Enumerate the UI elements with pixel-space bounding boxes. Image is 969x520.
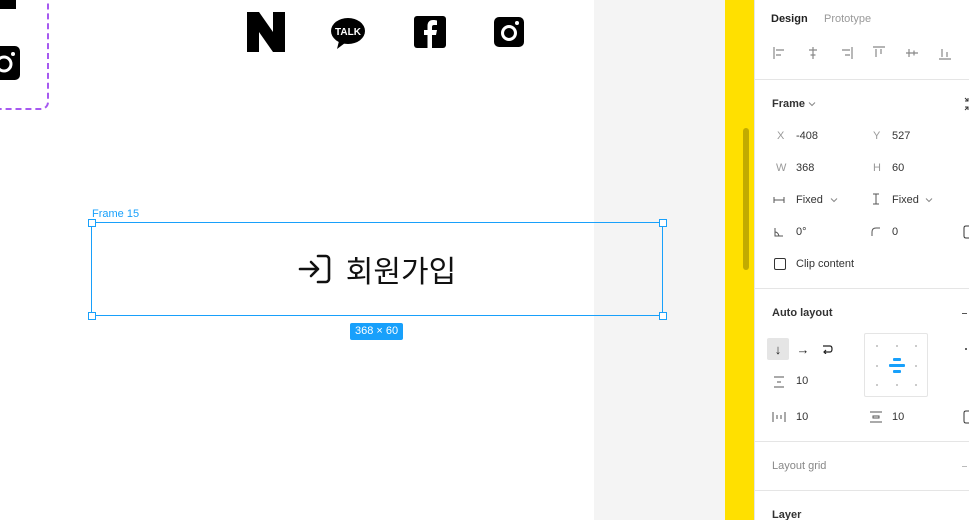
x-label: X	[777, 130, 785, 142]
item-spacing-icon	[774, 376, 784, 388]
chevron-down-icon[interactable]	[830, 196, 838, 204]
vertical-padding-icon	[870, 411, 882, 423]
align-horizontal-center-icon[interactable]	[804, 44, 822, 62]
facebook-icon[interactable]	[414, 12, 446, 52]
w-label: W	[776, 162, 787, 174]
horizontal-padding-icon	[772, 412, 786, 422]
align-top-icon[interactable]	[870, 44, 888, 62]
chevron-down-icon[interactable]	[808, 100, 816, 108]
divider	[755, 79, 969, 80]
y-field[interactable]: 527	[892, 130, 910, 142]
horizontal-resizing-icon	[773, 197, 785, 203]
rotation-icon	[774, 228, 783, 237]
independent-corners-icon[interactable]	[963, 225, 969, 239]
selected-frame[interactable]: 회원가입	[91, 222, 663, 316]
tab-design[interactable]: Design	[771, 13, 808, 25]
resize-handle-bottom-left[interactable]	[88, 312, 96, 320]
design-canvas[interactable]: TALK Frame 15 회원가입 368 × 60	[0, 0, 725, 520]
signup-button[interactable]: 회원가입	[298, 247, 456, 291]
vertical-padding-field[interactable]: 10	[892, 411, 904, 423]
resize-handle-bottom-right[interactable]	[659, 312, 667, 320]
resize-to-fit-icon[interactable]	[963, 97, 969, 111]
instagram-icon[interactable]	[494, 12, 524, 52]
kakaotalk-icon[interactable]: TALK	[330, 12, 366, 52]
corner-radius-icon	[871, 227, 880, 236]
clip-content-label: Clip content	[796, 258, 855, 270]
more-options-dot[interactable]	[965, 348, 967, 350]
clip-content-checkbox[interactable]	[774, 258, 786, 270]
remove-auto-layout-icon[interactable]	[962, 313, 967, 314]
scrollbar-thumb[interactable]	[743, 128, 749, 270]
item-spacing-field[interactable]: 10	[796, 375, 808, 387]
resize-handle-top-right[interactable]	[659, 219, 667, 227]
login-icon	[298, 254, 331, 284]
h-label: H	[873, 162, 881, 174]
height-field[interactable]: 60	[892, 162, 904, 174]
frame-name-label[interactable]: Frame 15	[92, 208, 139, 220]
alignment-grid[interactable]	[864, 333, 928, 397]
width-field[interactable]: 368	[796, 162, 814, 174]
layer-section-title[interactable]: Layer	[772, 509, 801, 520]
auto-layout-title[interactable]: Auto layout	[772, 307, 833, 319]
chevron-down-icon[interactable]	[925, 196, 933, 204]
align-bottom-icon[interactable]	[936, 44, 954, 62]
divider	[755, 288, 969, 289]
kakaotalk-label: TALK	[335, 27, 362, 38]
cropped-icon	[0, 0, 16, 9]
direction-vertical-button[interactable]: ↓	[767, 338, 789, 360]
add-layout-grid-icon[interactable]	[962, 466, 967, 467]
corner-radius-field[interactable]: 0	[892, 226, 898, 238]
divider	[755, 490, 969, 491]
tab-prototype[interactable]: Prototype	[824, 13, 871, 25]
design-panel: Design Prototype Frame X -408 Y 527 W 36…	[754, 0, 969, 520]
resize-handle-top-left[interactable]	[88, 219, 96, 227]
horizontal-padding-field[interactable]: 10	[796, 411, 808, 423]
canvas-edge-strip	[725, 0, 754, 520]
vertical-resizing-icon	[873, 193, 879, 205]
individual-padding-icon[interactable]	[963, 410, 969, 424]
frame-section-title[interactable]: Frame	[772, 98, 805, 110]
signup-label: 회원가입	[345, 255, 457, 290]
alignment-toolbar	[771, 44, 969, 62]
size-badge: 368 × 60	[350, 323, 404, 340]
align-vertical-center-icon[interactable]	[903, 44, 921, 62]
align-left-icon[interactable]	[771, 44, 789, 62]
wrap-icon[interactable]	[816, 338, 838, 360]
direction-horizontal-button[interactable]: →	[792, 338, 814, 360]
divider	[755, 441, 969, 442]
instagram-icon-cropped	[0, 46, 20, 80]
rotation-field[interactable]: 0°	[796, 226, 807, 238]
y-label: Y	[873, 130, 881, 142]
layout-grid-title[interactable]: Layout grid	[772, 460, 826, 472]
height-mode-select[interactable]: Fixed	[892, 194, 919, 206]
align-right-icon[interactable]	[837, 44, 855, 62]
x-field[interactable]: -408	[796, 130, 818, 142]
width-mode-select[interactable]: Fixed	[796, 194, 823, 206]
naver-icon[interactable]	[247, 12, 285, 52]
